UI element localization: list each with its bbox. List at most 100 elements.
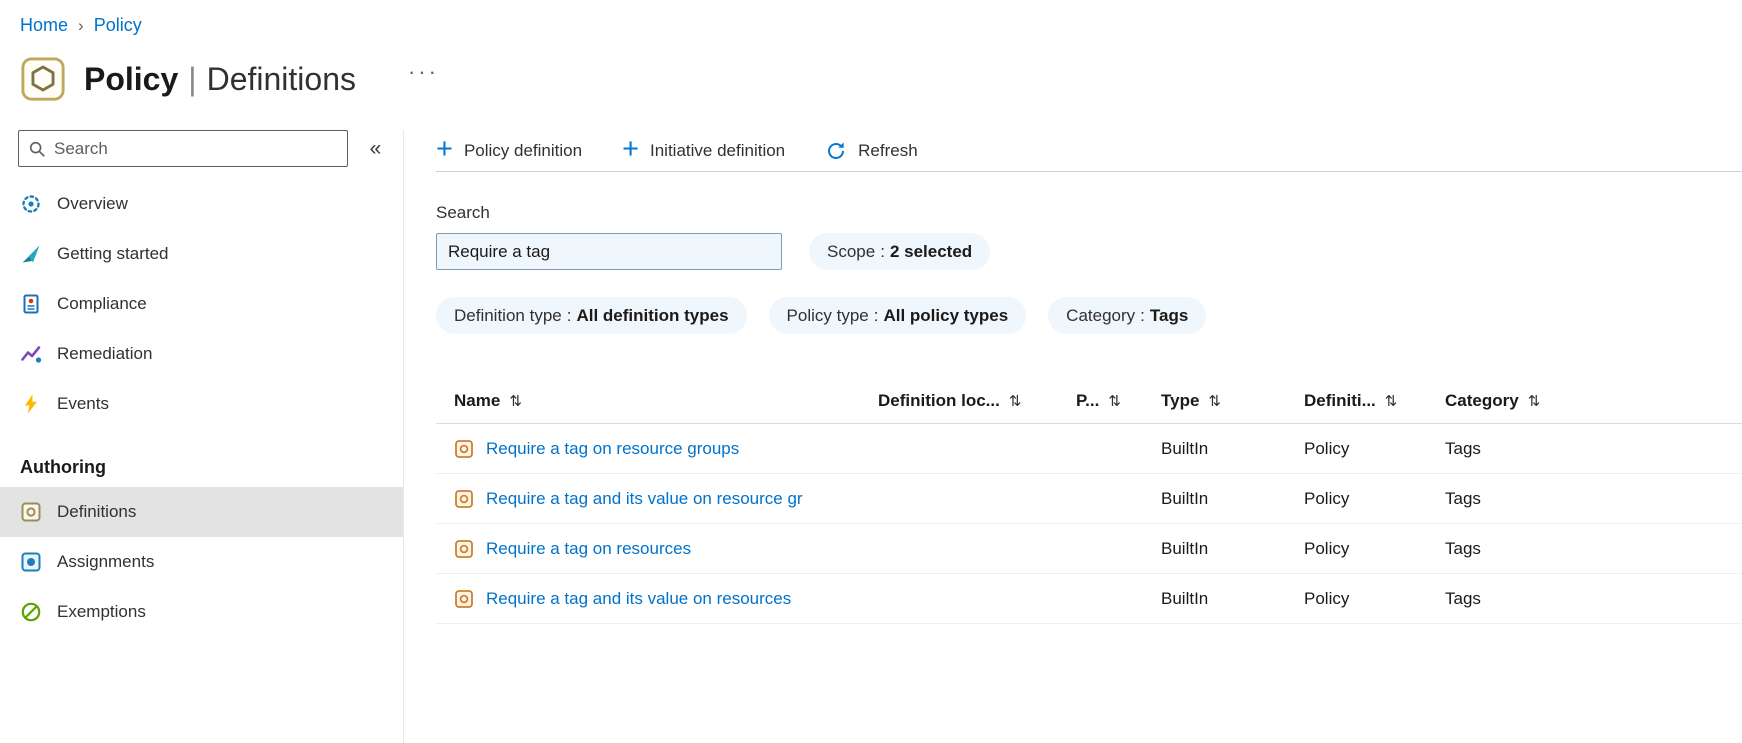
pill-separator: : (873, 305, 879, 325)
pill-value: All definition types (576, 305, 729, 325)
refresh-icon (825, 140, 847, 162)
sort-icon: ⇅ (1008, 392, 1022, 410)
sort-icon: ⇅ (509, 392, 522, 410)
page-title-secondary: Definitions (206, 60, 356, 97)
pill-value: Tags (1149, 305, 1189, 325)
sidebar-search-input[interactable] (54, 138, 338, 159)
column-header-name[interactable]: Name ⇅ (454, 391, 878, 411)
type-cell: BuiltIn (1161, 488, 1209, 508)
sidebar-item-label: Assignments (57, 552, 155, 571)
policy-definition-icon (454, 589, 474, 609)
definition-link[interactable]: Require a tag and its value on resource … (486, 489, 803, 509)
add-icon: + (622, 132, 639, 165)
page-header: Home › Policy Policy | Definitions ··· (0, 0, 1742, 104)
definition-type-filter-pill[interactable]: Definition type : All definition types (436, 297, 747, 334)
column-label: P... (1076, 390, 1100, 410)
overview-icon (20, 193, 42, 215)
policy-page-icon (20, 56, 66, 102)
sidebar-item-label: Remediation (57, 344, 153, 363)
add-icon: + (436, 132, 453, 165)
pill-separator: : (566, 305, 572, 325)
column-label: Category (1445, 390, 1519, 410)
sidebar-section-authoring: Authoring (20, 456, 106, 477)
definitions-icon (20, 501, 42, 523)
getting-started-icon (20, 243, 42, 265)
sidebar-item-assignments[interactable]: Assignments (0, 537, 403, 587)
table-row: Require a tag and its value on resource … (436, 474, 1742, 524)
pill-name: Definition type (454, 305, 562, 325)
collapse-sidebar-icon[interactable]: « (348, 137, 403, 161)
pill-name: Scope (827, 241, 876, 261)
main-panel: + Policy definition + Initiative definit… (404, 130, 1742, 743)
column-header-policies[interactable]: P... ⇅ (1076, 391, 1161, 411)
name-cell: Require a tag on resource groups (454, 439, 878, 459)
sort-icon: ⇅ (1384, 392, 1398, 410)
pill-name: Category (1066, 305, 1136, 325)
pill-separator: : (880, 241, 885, 261)
pill-name: Policy type (786, 305, 869, 325)
breadcrumb-policy-link[interactable]: Policy (94, 15, 142, 36)
column-label: Name (454, 390, 501, 410)
sidebar-item-events[interactable]: Events (0, 379, 403, 429)
name-cell: Require a tag and its value on resource … (454, 489, 878, 509)
column-header-category[interactable]: Category ⇅ (1445, 391, 1742, 411)
policy-definitions-page: Home › Policy Policy | Definitions ··· S… (0, 0, 1742, 743)
policy-definition-icon (454, 439, 474, 459)
sidebar-item-label: Definitions (57, 502, 137, 521)
policy-definition-button[interactable]: + Policy definition (436, 132, 582, 165)
assignments-icon (20, 551, 42, 573)
sidebar-item-compliance[interactable]: Compliance (0, 279, 403, 329)
category-cell: Tags (1445, 438, 1481, 458)
sidebar-item-label: Events (57, 394, 109, 413)
sort-icon: ⇅ (1527, 392, 1541, 410)
table-row: Require a tag and its value on resources… (436, 574, 1742, 624)
refresh-button[interactable]: Refresh (825, 140, 918, 162)
pill-value: All policy types (883, 305, 1009, 325)
sidebar-item-definitions[interactable]: Definitions (0, 487, 403, 537)
initiative-definition-button[interactable]: + Initiative definition (622, 132, 785, 165)
policy-definition-icon (454, 539, 474, 559)
scope-filter-pill[interactable]: Scope : 2 selected (809, 233, 991, 270)
breadcrumb-separator: › (78, 15, 84, 35)
sidebar: « Overview Getting started (0, 130, 404, 743)
definition-link[interactable]: Require a tag and its value on resources (486, 589, 791, 609)
command-bar: + Policy definition + Initiative definit… (436, 130, 1742, 172)
sidebar-search-row: « (0, 130, 403, 167)
page-title-divider: | (188, 60, 197, 97)
category-filter-pill[interactable]: Category : Tags (1048, 297, 1207, 334)
definition-type-cell: Policy (1304, 538, 1350, 558)
sidebar-item-exemptions[interactable]: Exemptions (0, 587, 403, 637)
filter-row-2: Definition type : All definition types P… (436, 297, 1742, 334)
remediation-icon (20, 343, 42, 365)
search-icon (28, 140, 46, 158)
sidebar-item-label: Overview (57, 194, 128, 213)
sidebar-item-label: Getting started (57, 244, 169, 263)
sort-icon: ⇅ (1108, 392, 1121, 410)
column-header-definition-location[interactable]: Definition loc... ⇅ (878, 391, 1076, 411)
breadcrumb: Home › Policy (20, 14, 1742, 36)
type-cell: BuiltIn (1161, 588, 1209, 608)
sidebar-search-box[interactable] (18, 130, 348, 167)
definition-search-input[interactable] (436, 233, 782, 270)
breadcrumb-home-link[interactable]: Home (20, 15, 68, 36)
column-header-definition-type[interactable]: Definiti... ⇅ (1304, 391, 1445, 411)
policy-type-filter-pill[interactable]: Policy type : All policy types (768, 297, 1027, 334)
page-title-primary: Policy (84, 60, 179, 97)
table-row: Require a tag on resource groups BuiltIn… (436, 424, 1742, 474)
definition-type-cell: Policy (1304, 588, 1350, 608)
table-row: Require a tag on resources BuiltIn Polic… (436, 524, 1742, 574)
category-cell: Tags (1445, 588, 1481, 608)
more-menu-icon[interactable]: ··· (408, 59, 439, 99)
column-label: Definition loc... (878, 390, 1000, 410)
sidebar-item-overview[interactable]: Overview (0, 179, 403, 229)
definition-link[interactable]: Require a tag on resource groups (486, 439, 739, 459)
compliance-icon (20, 293, 42, 315)
type-cell: BuiltIn (1161, 438, 1209, 458)
definition-link[interactable]: Require a tag on resources (486, 539, 691, 559)
sidebar-item-getting-started[interactable]: Getting started (0, 229, 403, 279)
column-label: Type (1161, 390, 1200, 410)
column-header-type[interactable]: Type ⇅ (1161, 391, 1304, 411)
title-row: Policy | Definitions ··· (20, 54, 1742, 104)
sidebar-item-remediation[interactable]: Remediation (0, 329, 403, 379)
exemptions-icon (20, 601, 42, 623)
